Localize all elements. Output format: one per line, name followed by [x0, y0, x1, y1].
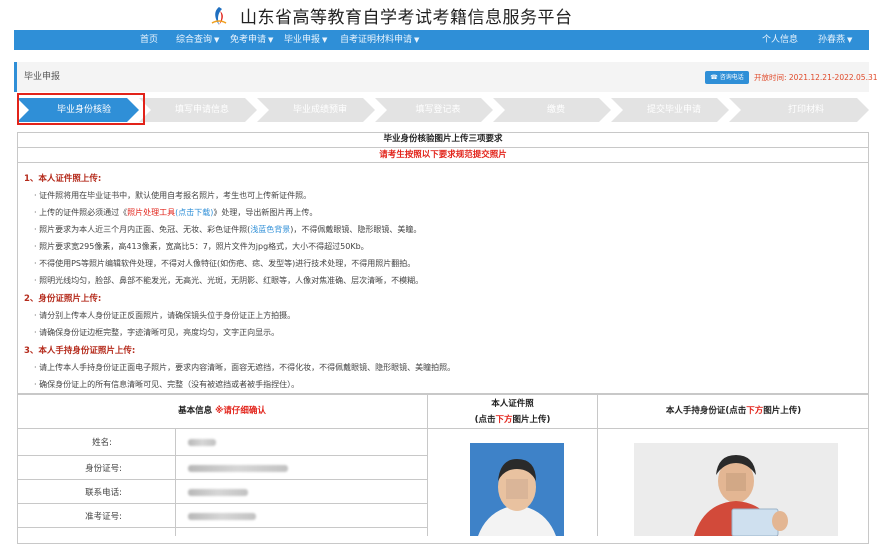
section-2-line-2: · 请确保身份证边框完整，字迹清晰可见，亮度均匀，文字正向显示。 — [34, 327, 279, 338]
section-1-line-5: · 不得使用PS等照片编辑软件处理，不得对人像特征(如伤疤、痣、发型等)进行技术… — [34, 258, 415, 269]
platform-logo-icon — [211, 7, 227, 25]
field-idnumber-value — [188, 465, 288, 472]
line-text: )，不得佩戴眼镜、隐形眼镜、美瞳。 — [290, 225, 422, 234]
step-print-materials[interactable]: 打印材料 — [746, 98, 866, 122]
breadcrumb-accent — [14, 62, 17, 92]
nav-graduation[interactable]: 毕业申报 ▼ — [284, 30, 327, 50]
line-text: · 照明光线均匀，脸部、鼻部不能发光，无高光、光斑，无阴影、红眼等，人像对焦准确… — [34, 276, 424, 285]
divider — [17, 162, 869, 163]
line-text: 》处理，导出新图片再上传。 — [213, 208, 318, 217]
basic-info-note: ※请仔细确认 — [215, 406, 266, 416]
line-text: · 证件照将用在毕业证书中，默认使用自考报名照片，考生也可上传新证件照。 — [34, 191, 312, 200]
section-1-line-1: · 证件照将用在毕业证书中，默认使用自考报名照片，考生也可上传新证件照。 — [34, 190, 311, 201]
section-2-title: 2、身份证照片上传: — [24, 294, 102, 304]
hold-id-photo-upload[interactable] — [634, 443, 838, 536]
section-1-line-4: · 照片要求宽295像素，高413像素，宽高比5：7，照片文件为jpg格式，大小… — [34, 241, 369, 252]
line-text: · 请确保身份证边框完整，字迹清晰可见，亮度均匀，文字正向显示。 — [34, 328, 280, 337]
chevron-down-icon: ▼ — [322, 36, 328, 44]
field-exam-number-label: 准考证号: — [85, 512, 122, 522]
active-step-highlight — [17, 93, 145, 125]
photo-tool-download-link[interactable]: (点击下载) — [175, 208, 213, 217]
id-photo-header: 本人证件照 — [428, 397, 597, 409]
line-text: · 请上传本人手持身份证正面电子照片，要求内容清晰，面容无遮挡，不得化妆，不得佩… — [34, 363, 456, 372]
divider — [17, 479, 427, 480]
requirements-subtitle: 请考生按照以下要求规范提交照片 — [379, 150, 507, 160]
nav-certificate-label: 自考证明材料申请 — [340, 35, 413, 45]
divider — [175, 428, 176, 536]
phone-icon: ☎ — [710, 74, 720, 81]
basic-info-header: 基本信息 ※请仔细确认 — [17, 404, 427, 416]
hint-text: (点击 — [474, 415, 496, 425]
field-name-label: 姓名: — [92, 438, 112, 448]
nav-graduation-label: 毕业申报 — [284, 35, 321, 45]
chevron-down-icon: ▼ — [847, 36, 853, 44]
step-registration-form[interactable]: 填写登记表 — [382, 98, 494, 122]
id-photo-upload[interactable] — [470, 443, 564, 536]
nav-home[interactable]: 首页 — [140, 30, 158, 50]
hint-text: 本人手持身份证(点击 — [665, 406, 747, 416]
section-1-line-2: · 上传的证件照必须通过《照片处理工具(点击下载)》处理，导出新图片再上传。 — [34, 207, 317, 218]
site-title: 山东省高等教育自学考试考籍信息服务平台 — [240, 8, 573, 28]
line-text: · 上传的证件照必须通过《 — [34, 208, 128, 217]
id-photo-header-hint: (点击下方图片上传) — [428, 413, 597, 425]
divider — [17, 455, 427, 456]
section-1-line-3: · 照片要求为本人近三个月内正面、免冠、无妆、彩色证件照(浅蓝色背景)，不得佩戴… — [34, 224, 421, 235]
hold-id-header: 本人手持身份证(点击下方图片上传) — [598, 404, 869, 416]
hotline-label: 咨询电话 — [719, 74, 744, 81]
hotline-button[interactable]: ☎ 咨询电话 — [705, 71, 749, 84]
chevron-down-icon: ▼ — [268, 36, 274, 44]
chevron-down-icon: ▼ — [414, 36, 420, 44]
nav-user-name: 孙春燕 — [818, 35, 846, 45]
hint-text: 图片上传) — [512, 415, 551, 425]
nav-query[interactable]: 综合查询 ▼ — [176, 30, 219, 50]
section-2-line-1: · 请分别上传本人身份证正反面照片，请确保镜头位于身份证正上方拍摄。 — [34, 310, 295, 321]
divider — [17, 503, 427, 504]
id-photo-header-title: 本人证件照 — [491, 399, 534, 409]
line-text: · 确保身份证上的所有信息清晰可见、完整（没有被遮挡或者被手指捏住）。 — [34, 380, 300, 389]
nav-personal-info-label: 个人信息 — [762, 35, 799, 45]
nav-exempt-label: 免考申请 — [230, 35, 267, 45]
section-3-title: 3、本人手持身份证照片上传: — [24, 346, 136, 356]
chevron-down-icon: ▼ — [214, 36, 220, 44]
nav-certificate[interactable]: 自考证明材料申请 ▼ — [340, 30, 419, 50]
step-submit-application[interactable]: 提交毕业申请 — [618, 98, 730, 122]
background-color-note: 浅蓝色背景 — [250, 225, 291, 234]
field-name-value — [188, 439, 216, 446]
hint-text: 图片上传) — [763, 406, 802, 416]
nav-user-menu[interactable]: 孙春燕 ▼ — [818, 30, 852, 50]
nav-query-label: 综合查询 — [176, 35, 213, 45]
step-payment[interactable]: 缴费 — [500, 98, 612, 122]
field-phone-value — [188, 489, 248, 496]
line-text: · 照片要求宽295像素，高413像素，宽高比5：7，照片文件为jpg格式，大小… — [34, 242, 369, 251]
divider — [17, 428, 869, 429]
section-1-title: 1、本人证件照上传: — [24, 174, 102, 184]
nav-exempt[interactable]: 免考申请 ▼ — [230, 30, 273, 50]
requirements-title: 毕业身份核验图片上传三项要求 — [383, 134, 503, 144]
section-1-line-6: · 照明光线均匀，脸部、鼻部不能发光，无高光、光斑，无阴影、红眼等，人像对焦准确… — [34, 275, 423, 286]
photo-tool-name: 照片处理工具 — [127, 208, 176, 217]
open-period: 开放时间: 2021.12.21-2022.05.31 — [754, 73, 878, 82]
step-fill-application[interactable]: 填写申请信息 — [146, 98, 258, 122]
main-navbar: 首页 综合查询 ▼ 免考申请 ▼ 毕业申报 ▼ 自考证明材料申请 ▼ 个人信息 孙春燕 ▼ — [14, 30, 869, 50]
field-exam-number-value — [188, 513, 256, 520]
divider — [17, 527, 427, 528]
section-3-line-1: · 请上传本人手持身份证正面电子照片，要求内容清晰，面容无遮挡，不得化妆，不得佩… — [34, 362, 455, 373]
line-text: · 请分别上传本人身份证正反面照片，请确保镜头位于身份证正上方拍摄。 — [34, 311, 296, 320]
line-text: · 不得使用PS等照片编辑软件处理，不得对人像特征(如伤疤、痣、发型等)进行技术… — [34, 259, 416, 268]
nav-home-label: 首页 — [140, 35, 159, 45]
hint-emphasis: 下方 — [746, 406, 764, 416]
step-score-review[interactable]: 毕业成绩预审 — [264, 98, 376, 122]
basic-info-label: 基本信息 — [178, 406, 213, 416]
line-text: · 照片要求为本人近三个月内正面、免冠、无妆、彩色证件照( — [34, 225, 251, 234]
breadcrumb: 毕业申报 — [24, 72, 61, 82]
section-3-line-2: · 确保身份证上的所有信息清晰可见、完整（没有被遮挡或者被手指捏住）。 — [34, 379, 299, 390]
hint-emphasis: 下方 — [495, 415, 513, 425]
field-phone-label: 联系电话: — [85, 488, 122, 498]
field-idnumber-label: 身份证号: — [85, 464, 122, 474]
nav-personal-info[interactable]: 个人信息 — [762, 30, 798, 50]
